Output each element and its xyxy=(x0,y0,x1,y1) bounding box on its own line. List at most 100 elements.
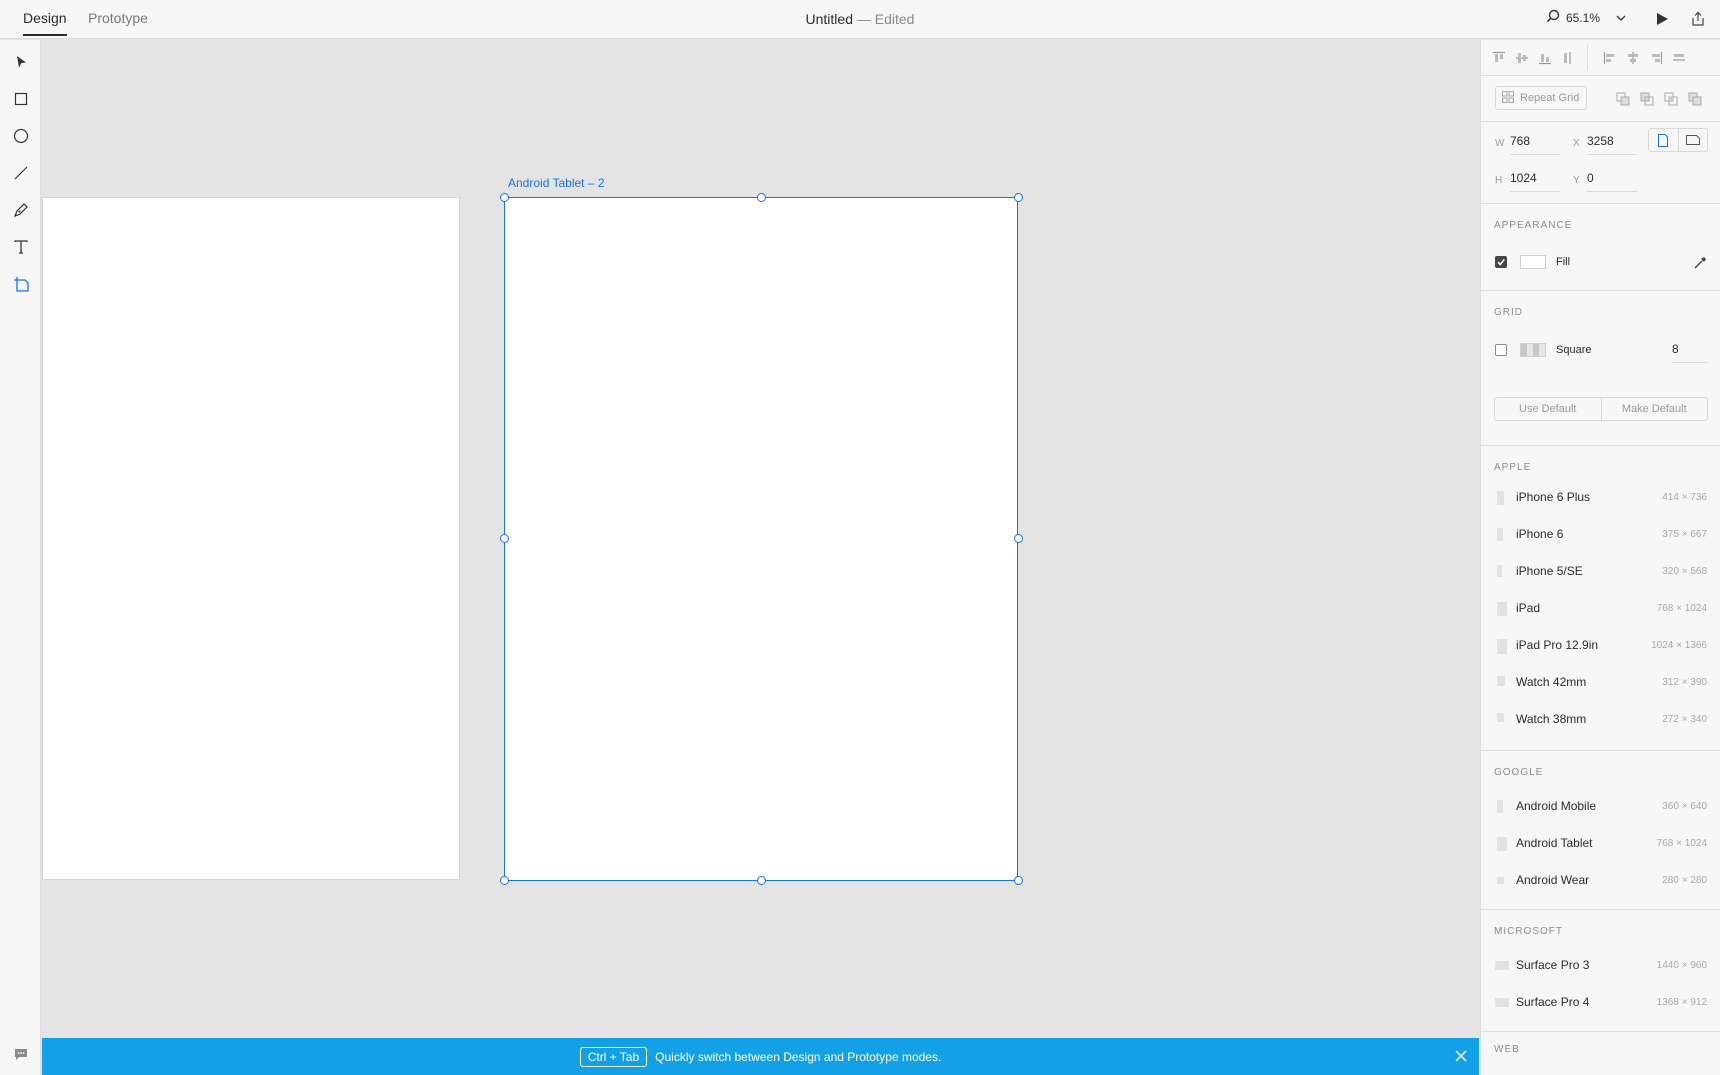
use-default-button[interactable]: Use Default xyxy=(1495,398,1601,420)
ellipse-tool-icon[interactable] xyxy=(10,125,32,147)
preset-size: 414 × 736 xyxy=(1662,492,1707,503)
grid-default-buttons: Use Default Make Default xyxy=(1494,397,1708,421)
grid-color-swatch[interactable] xyxy=(1520,343,1546,357)
preset-item[interactable]: Android Tablet 768 × 1024 xyxy=(1481,825,1720,862)
select-tool-icon[interactable] xyxy=(10,51,32,73)
pen-tool-icon[interactable] xyxy=(10,199,32,221)
make-default-button[interactable]: Make Default xyxy=(1600,398,1708,420)
text-tool-icon[interactable] xyxy=(10,236,32,258)
distribute-vertical-icon[interactable] xyxy=(1560,50,1576,66)
y-input[interactable]: 0 xyxy=(1587,171,1637,192)
distribute-horizontal-icon[interactable] xyxy=(1671,50,1687,66)
preset-item[interactable]: iPhone 5/SE 320 × 568 xyxy=(1481,553,1720,590)
transform-section: W 768 X 3258 H 1024 Y 0 xyxy=(1481,122,1720,204)
microsoft-presets-section: MICROSOFT Surface Pro 3 1440 × 960 Surfa… xyxy=(1481,910,1720,1032)
preset-size: 768 × 1024 xyxy=(1656,603,1707,614)
preset-item[interactable]: iPad 768 × 1024 xyxy=(1481,590,1720,627)
portrait-icon[interactable] xyxy=(1649,129,1679,151)
apple-presets-section: APPLE iPhone 6 Plus 414 × 736 iPhone 6 3… xyxy=(1481,446,1720,751)
line-tool-icon[interactable] xyxy=(10,162,32,184)
search-icon xyxy=(1546,9,1560,26)
grid-checkbox[interactable] xyxy=(1495,344,1507,356)
preset-size: 1024 × 1366 xyxy=(1651,640,1707,651)
preset-item[interactable]: Surface Pro 3 1440 × 960 xyxy=(1481,947,1720,984)
fill-checkbox[interactable] xyxy=(1495,256,1507,268)
preset-name: Watch 38mm xyxy=(1516,712,1587,726)
preset-item[interactable]: Watch 38mm 272 × 340 xyxy=(1481,701,1720,738)
artboard-left[interactable] xyxy=(42,197,460,880)
x-input[interactable]: 3258 xyxy=(1587,134,1637,155)
resize-handle-top[interactable] xyxy=(757,193,766,202)
boolean-intersect-icon[interactable] xyxy=(1663,91,1679,107)
preset-item[interactable]: Android Wear 280 × 280 xyxy=(1481,862,1720,899)
preset-size: 360 × 640 xyxy=(1662,801,1707,812)
grid-size-input[interactable]: 8 xyxy=(1672,342,1708,363)
resize-handle-bottom-left[interactable] xyxy=(500,876,509,885)
align-right-icon[interactable] xyxy=(1648,50,1664,66)
zoom-control[interactable]: 65.1% xyxy=(1546,9,1626,26)
resize-handle-right[interactable] xyxy=(1014,534,1023,543)
resize-handle-left[interactable] xyxy=(500,534,509,543)
artboard-selected[interactable] xyxy=(504,197,1018,881)
rectangle-tool-icon[interactable] xyxy=(10,88,32,110)
boolean-add-icon[interactable] xyxy=(1615,91,1631,107)
tablet-icon xyxy=(1497,639,1507,654)
property-inspector: Repeat Grid W 768 X 3258 H 1024 Y 0 APPE… xyxy=(1480,40,1720,1075)
preset-size: 375 × 667 xyxy=(1662,529,1707,540)
preset-item[interactable]: Surface Pro 4 1368 × 912 xyxy=(1481,984,1720,1021)
design-canvas[interactable]: | Android Tablet – 2 xyxy=(42,40,1479,1038)
tip-message: Quickly switch between Design and Protot… xyxy=(655,1049,942,1064)
eyedropper-icon[interactable] xyxy=(1692,255,1708,271)
watch-icon xyxy=(1497,676,1505,686)
google-presets-section: GOOGLE Android Mobile 360 × 640 Android … xyxy=(1481,751,1720,910)
appearance-title: APPEARANCE xyxy=(1494,220,1573,231)
phone-icon xyxy=(1497,800,1503,813)
landscape-icon[interactable] xyxy=(1679,129,1708,151)
align-top-icon[interactable] xyxy=(1491,50,1507,66)
phone-icon xyxy=(1497,565,1502,577)
align-center-icon[interactable] xyxy=(1625,50,1641,66)
repeat-grid-button[interactable]: Repeat Grid xyxy=(1495,86,1587,110)
shortcut-badge: Ctrl + Tab xyxy=(579,1046,648,1067)
preset-name: iPhone 6 xyxy=(1516,527,1564,541)
preset-name: Android Mobile xyxy=(1516,799,1597,813)
zoom-level: 65.1% xyxy=(1566,10,1601,25)
preset-item[interactable]: iPhone 6 Plus 414 × 736 xyxy=(1481,479,1720,516)
boolean-exclude-icon[interactable] xyxy=(1687,91,1703,107)
preset-item[interactable]: iPad Pro 12.9in 1024 × 1366 xyxy=(1481,627,1720,664)
feedback-icon[interactable] xyxy=(10,1043,32,1065)
preset-item[interactable]: Android Mobile 360 × 640 xyxy=(1481,788,1720,825)
artboard-label-left[interactable]: | xyxy=(42,178,43,190)
preset-size: 272 × 340 xyxy=(1662,714,1707,725)
resize-handle-bottom[interactable] xyxy=(757,876,766,885)
preset-name: Surface Pro 3 xyxy=(1516,958,1590,972)
google-title: GOOGLE xyxy=(1494,767,1544,778)
close-icon[interactable] xyxy=(1453,1048,1469,1064)
align-bottom-icon[interactable] xyxy=(1537,50,1553,66)
tip-banner: Ctrl + Tab Quickly switch between Design… xyxy=(42,1038,1479,1075)
repeat-grid-icon xyxy=(1502,90,1514,106)
artboard-label-selected[interactable]: Android Tablet – 2 xyxy=(508,176,605,190)
artboard-tool-icon[interactable] xyxy=(10,273,32,295)
boolean-subtract-icon[interactable] xyxy=(1639,91,1655,107)
align-middle-icon[interactable] xyxy=(1514,50,1530,66)
top-bar: Design Prototype Untitled — Edited 65.1% xyxy=(0,0,1720,39)
preset-item[interactable]: iPhone 6 375 × 667 xyxy=(1481,516,1720,553)
width-input[interactable]: 768 xyxy=(1510,134,1560,155)
align-left-icon[interactable] xyxy=(1602,50,1618,66)
resize-handle-top-left[interactable] xyxy=(500,193,509,202)
width-label: W xyxy=(1495,138,1505,149)
fill-color-swatch[interactable] xyxy=(1520,255,1546,269)
phone-icon xyxy=(1497,528,1503,541)
resize-handle-top-right[interactable] xyxy=(1014,193,1023,202)
height-input[interactable]: 1024 xyxy=(1510,171,1560,192)
grid-section: GRID Square 8 Use Default Make Default xyxy=(1481,291,1720,446)
play-icon[interactable] xyxy=(1652,9,1672,29)
share-icon[interactable] xyxy=(1688,9,1708,29)
grid-type-label: Square xyxy=(1556,344,1592,356)
grid-title: GRID xyxy=(1494,307,1523,318)
preset-item[interactable]: Watch 42mm 312 × 390 xyxy=(1481,664,1720,701)
chevron-down-icon[interactable] xyxy=(1616,11,1626,25)
preset-size: 280 × 280 xyxy=(1662,875,1707,886)
resize-handle-bottom-right[interactable] xyxy=(1014,876,1023,885)
